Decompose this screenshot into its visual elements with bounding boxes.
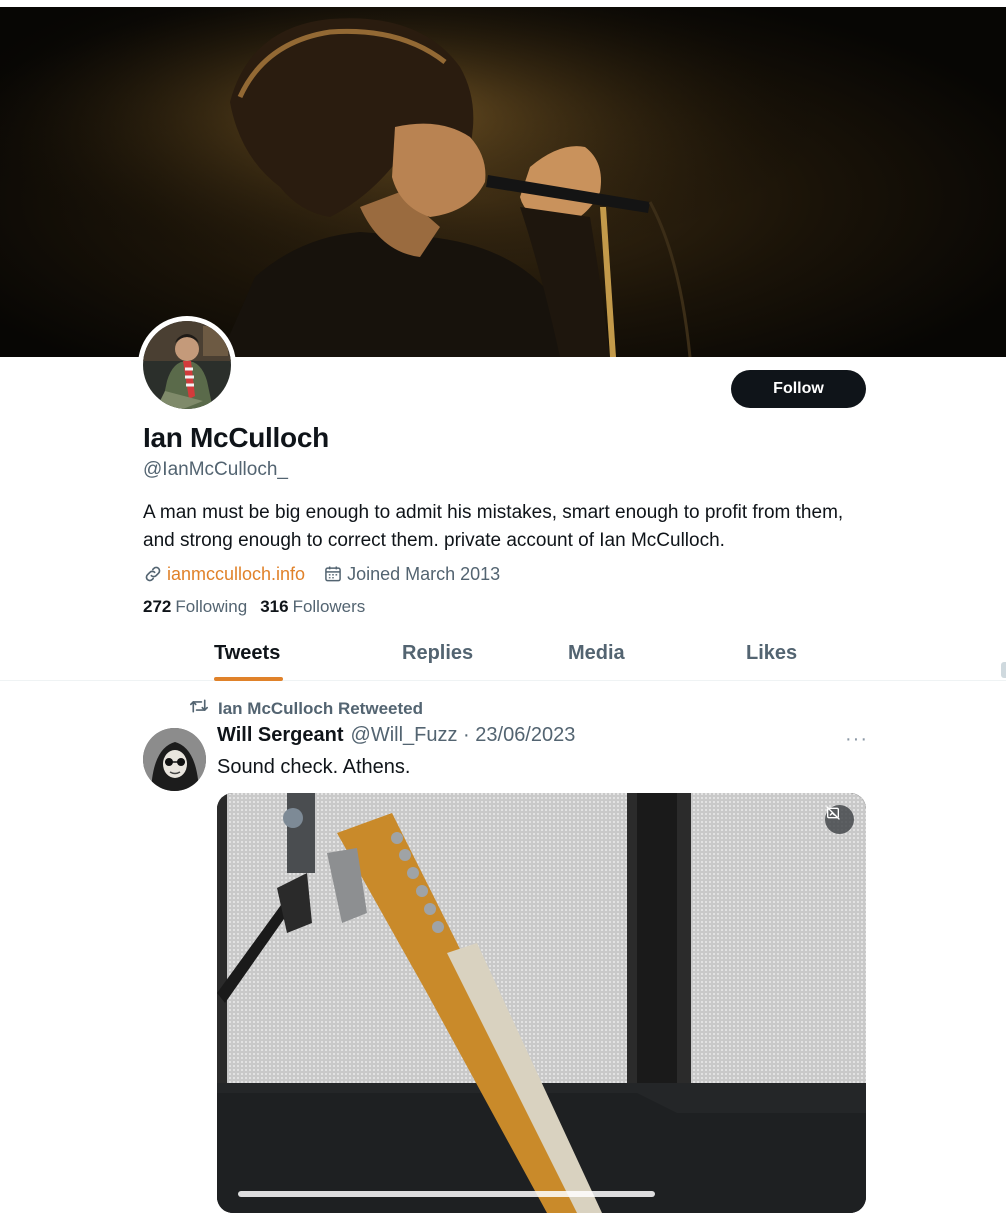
media-content-warning-icon[interactable] xyxy=(825,805,854,834)
link-icon xyxy=(143,564,163,584)
retweet-icon xyxy=(189,697,218,720)
more-icon[interactable]: ··· xyxy=(845,728,868,751)
tweet-author-name[interactable]: Will Sergeant xyxy=(217,724,344,747)
profile-meta-row: ianmcculloch.info Joined March 2013 xyxy=(143,562,500,586)
horizontal-scroll-indicator[interactable] xyxy=(238,1191,655,1197)
tab-replies[interactable]: Replies xyxy=(402,642,473,665)
top-strip xyxy=(0,0,1006,7)
profile-tabs: Tweets Replies Media Likes xyxy=(0,636,1006,681)
active-tab-indicator xyxy=(214,677,283,681)
profile-handle: @IanMcCulloch_ xyxy=(143,459,288,480)
avatar-photo xyxy=(143,321,231,409)
calendar-icon xyxy=(323,564,343,584)
tab-likes[interactable]: Likes xyxy=(746,642,797,665)
tweet-author-avatar[interactable] xyxy=(143,728,206,791)
followers-count: 316 xyxy=(260,597,289,616)
follow-button[interactable]: Follow xyxy=(731,370,866,408)
profile-website-link[interactable]: ianmcculloch.info xyxy=(167,564,305,585)
tweet-author-handle-date[interactable]: @Will_Fuzz · 23/06/2023 xyxy=(351,724,576,747)
retweet-label: Ian McCulloch Retweeted xyxy=(218,698,423,718)
tab-tweets[interactable]: Tweets xyxy=(214,642,280,665)
tab-media[interactable]: Media xyxy=(568,642,625,665)
profile-counts: 272 Following 316 Followers xyxy=(143,597,365,617)
profile-joined-date: Joined March 2013 xyxy=(347,563,501,584)
followers-label: Followers xyxy=(292,597,366,616)
tweet-media[interactable] xyxy=(217,793,866,1213)
tweet-text: Sound check. Athens. xyxy=(217,756,411,778)
profile-display-name: Ian McCulloch xyxy=(143,422,329,453)
following-count: 272 xyxy=(143,597,172,616)
banner-photo xyxy=(0,7,1006,357)
tweet-media-photo xyxy=(217,793,866,1213)
profile-bio: A man must be big enough to admit his mi… xyxy=(143,502,844,551)
following-link[interactable]: 272 Following xyxy=(143,597,247,617)
profile-banner-image[interactable] xyxy=(0,7,1006,357)
following-label: Following xyxy=(175,597,248,616)
edge-handle xyxy=(1001,662,1006,678)
followers-link[interactable]: 316 Followers xyxy=(260,597,365,617)
tweet-header: Will Sergeant @Will_Fuzz · 23/06/2023 xyxy=(217,724,575,747)
profile-avatar[interactable] xyxy=(138,316,236,414)
retweet-context[interactable]: Ian McCulloch Retweeted xyxy=(189,697,423,720)
